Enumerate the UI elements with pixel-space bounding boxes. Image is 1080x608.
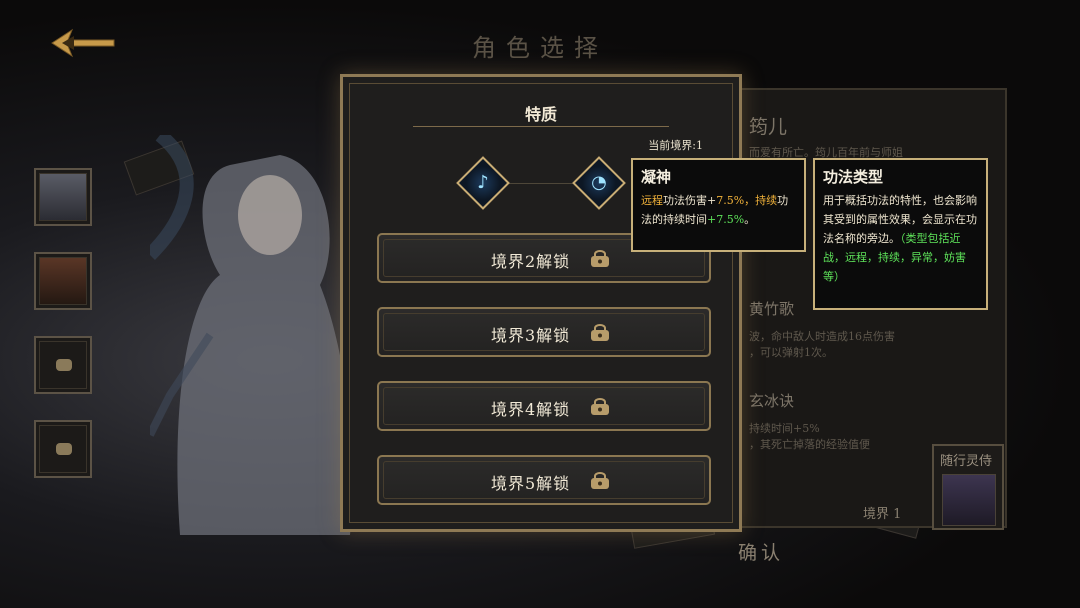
unlock-label: 境界2解锁 [491,252,571,271]
confirm-button[interactable]: 确认 [738,538,784,565]
trait-modal: 特质 当前境界:1 ♪ ◔ 境界2解锁 境界3解锁 境界4解锁 境界5解锁 [340,74,742,532]
tooltip-title: 功法类型 [823,168,884,186]
skill-desc: ，其死亡掉落的经验值便 [749,438,870,451]
companion-slot[interactable]: 随行灵侍 [932,444,1004,530]
tooltip-segment: 。 [744,213,756,226]
unlock-realm-5-button[interactable]: 境界5解锁 [377,455,711,505]
realm-tag: 境界 1 [863,507,902,522]
unlock-label: 境界4解锁 [491,400,571,419]
lock-icon [591,324,609,341]
modal-header: 特质 [413,97,669,127]
note-gem-icon: ♪ [477,172,489,193]
tooltip-body: 用于概括功法的特性，也会影响其受到的属性效果，会显示在功法名称的旁边。（类型包括… [823,191,978,286]
character-slot-locked[interactable] [34,336,92,394]
character-slot-locked[interactable] [34,420,92,478]
tooltip-title: 凝神 [641,168,672,186]
swirl-gem-icon: ◔ [591,172,607,193]
lock-icon [591,250,609,267]
character-name: 筠儿 [749,116,788,138]
modal-title: 特质 [524,105,557,124]
page-title: 角色选择 [472,34,608,62]
current-realm: 当前境界:1 [648,139,703,152]
lock-icon [56,443,72,455]
trait-tooltip: 凝神 远程功法伤害+7.5%，持续功法的持续时间+7.5%。 [631,158,806,252]
character-slot-2[interactable] [34,252,92,310]
unlock-realm-3-button[interactable]: 境界3解锁 [377,307,711,357]
character-slot-1[interactable] [34,168,92,226]
companion-portrait [942,474,996,526]
skill-name: 玄冰诀 [749,392,795,410]
skill-desc: ，可以弹射1次。 [749,346,833,359]
divider [413,126,669,127]
skill-type-tooltip: 功法类型 用于概括功法的特性，也会影响其受到的属性效果，会显示在功法名称的旁边。… [813,158,988,310]
unlock-realm-4-button[interactable]: 境界4解锁 [377,381,711,431]
tooltip-segment: ，持续 [744,194,778,207]
unlock-label: 境界5解锁 [491,474,571,493]
tooltip-body: 远程功法伤害+7.5%，持续功法的持续时间+7.5%。 [641,191,796,229]
tooltip-segment: 功法伤害+ [663,194,717,207]
lock-icon [56,359,72,371]
lock-icon [591,472,609,489]
unlock-label: 境界3解锁 [491,326,571,345]
tooltip-segment: +7.5% [707,213,745,226]
skill-name: 黄竹歌 [749,300,795,318]
lock-icon [591,398,609,415]
tooltip-segment: 远程 [641,194,663,207]
companion-label: 随行灵侍 [940,454,993,469]
tooltip-segment: 7.5% [716,194,745,207]
